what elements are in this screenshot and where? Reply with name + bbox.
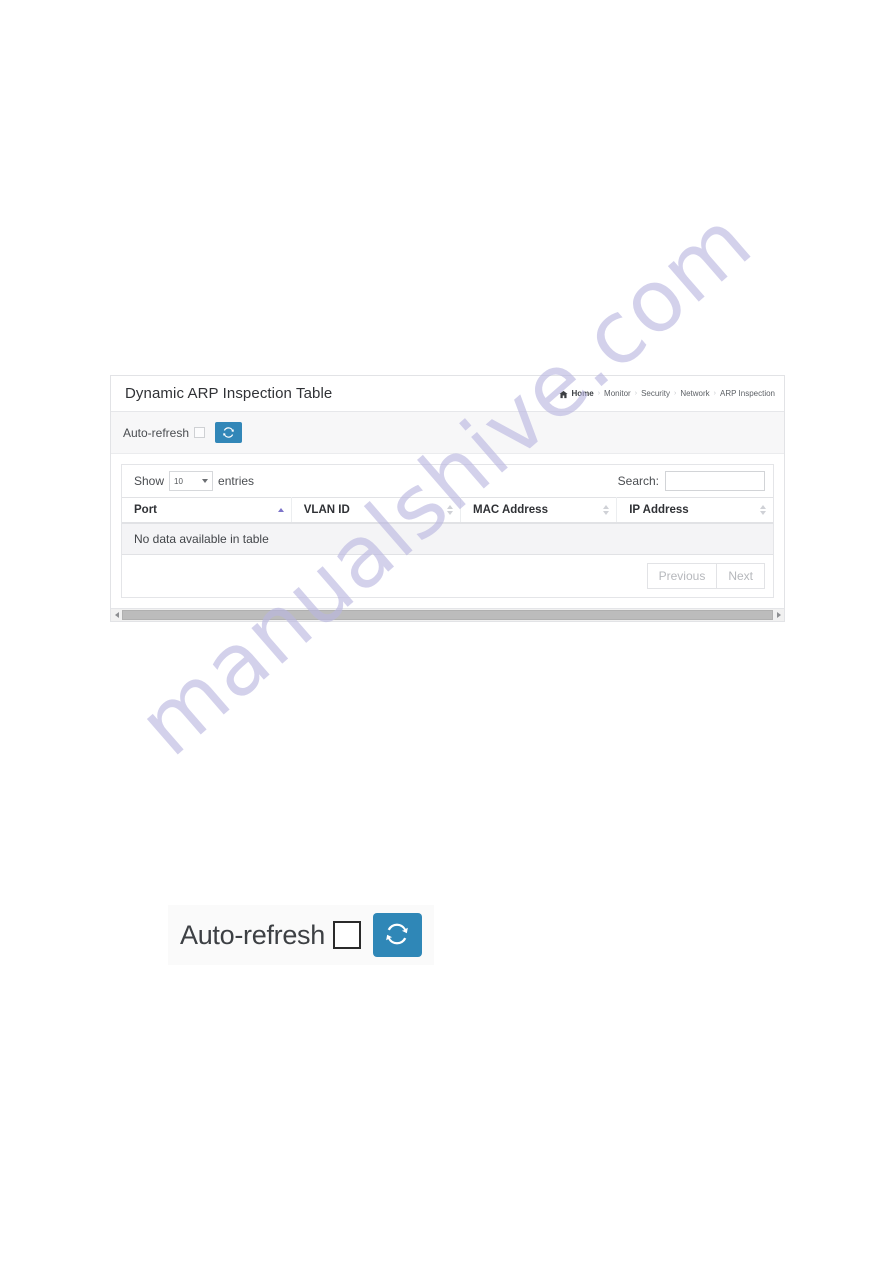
- breadcrumb-item-security[interactable]: Security: [640, 389, 671, 398]
- refresh-icon: [384, 921, 410, 950]
- breadcrumb-separator: ›: [673, 390, 677, 397]
- column-label: VLAN ID: [303, 504, 350, 516]
- search-input[interactable]: [665, 471, 765, 491]
- next-page-button[interactable]: Next: [717, 563, 765, 589]
- home-icon: [559, 390, 569, 399]
- show-label: Show: [134, 474, 165, 488]
- sort-indicator: [447, 505, 453, 515]
- watermark-layer: manualshive.com: [0, 0, 893, 1263]
- search-control: Search:: [618, 471, 765, 491]
- arp-inspection-panel: Dynamic ARP Inspection Table Home › Moni…: [110, 375, 785, 622]
- page-length-select[interactable]: 10: [169, 471, 214, 491]
- auto-refresh-checkbox[interactable]: [194, 427, 206, 438]
- table-body: No data available in table: [122, 523, 773, 555]
- breadcrumb-item-monitor[interactable]: Monitor: [603, 389, 632, 398]
- column-header-vlan-id[interactable]: VLAN ID: [291, 497, 462, 524]
- chevron-down-icon: [202, 479, 209, 483]
- detail-auto-refresh-label: Auto-refresh: [180, 919, 325, 950]
- breadcrumb: Home › Monitor › Security › Network › AR…: [559, 389, 776, 399]
- entries-label: entries: [218, 474, 255, 488]
- column-header-port[interactable]: Port: [122, 497, 292, 524]
- sort-indicator: [603, 505, 610, 515]
- empty-message: No data available in table: [122, 523, 773, 555]
- detail-auto-refresh-checkbox[interactable]: [332, 921, 361, 949]
- data-table-card: Show 10 entries Search: Port VLAN ID MAC…: [121, 464, 774, 598]
- detail-refresh-button[interactable]: [372, 913, 422, 957]
- table-header-row: Port VLAN ID MAC Address IP Address: [122, 497, 773, 524]
- column-header-ip-address[interactable]: IP Address: [616, 497, 773, 524]
- refresh-icon: [222, 426, 235, 439]
- panel-toolbar: Auto-refresh: [111, 412, 784, 454]
- breadcrumb-separator: ›: [634, 390, 638, 397]
- sort-indicator: [760, 505, 766, 515]
- refresh-button[interactable]: [215, 422, 243, 443]
- breadcrumb-item-network[interactable]: Network: [679, 389, 710, 398]
- breadcrumb-item-arp-inspection[interactable]: ARP Inspection: [719, 389, 776, 398]
- pagination: Previous Next: [646, 563, 765, 589]
- auto-refresh-detail-widget: Auto-refresh: [168, 905, 434, 965]
- scroll-right-arrow-icon[interactable]: [773, 609, 784, 621]
- breadcrumb-item-home[interactable]: Home: [570, 389, 594, 398]
- column-label: MAC Address: [473, 504, 548, 516]
- column-label: IP Address: [629, 504, 689, 516]
- breadcrumb-separator: ›: [597, 390, 601, 397]
- panel-header: Dynamic ARP Inspection Table Home › Moni…: [111, 376, 784, 412]
- column-header-mac-address[interactable]: MAC Address: [460, 497, 618, 524]
- table-controls: Show 10 entries Search:: [122, 465, 773, 497]
- search-label: Search:: [617, 474, 659, 488]
- table-footer: Previous Next: [122, 555, 773, 597]
- table-empty-row: No data available in table: [122, 523, 773, 555]
- page-length-value: 10: [174, 476, 183, 486]
- horizontal-scrollbar[interactable]: [111, 608, 784, 621]
- arp-inspection-table: Port VLAN ID MAC Address IP Address No d…: [122, 497, 773, 555]
- breadcrumb-separator: ›: [713, 390, 716, 397]
- page-length-control: Show 10 entries: [134, 471, 254, 491]
- page-title: Dynamic ARP Inspection Table: [125, 385, 333, 402]
- previous-page-button[interactable]: Previous: [646, 563, 718, 589]
- sort-indicator-asc: [277, 508, 284, 512]
- column-label: Port: [134, 504, 157, 516]
- auto-refresh-label: Auto-refresh: [123, 425, 190, 440]
- scroll-left-arrow-icon[interactable]: [111, 609, 122, 621]
- scrollbar-thumb[interactable]: [122, 610, 773, 620]
